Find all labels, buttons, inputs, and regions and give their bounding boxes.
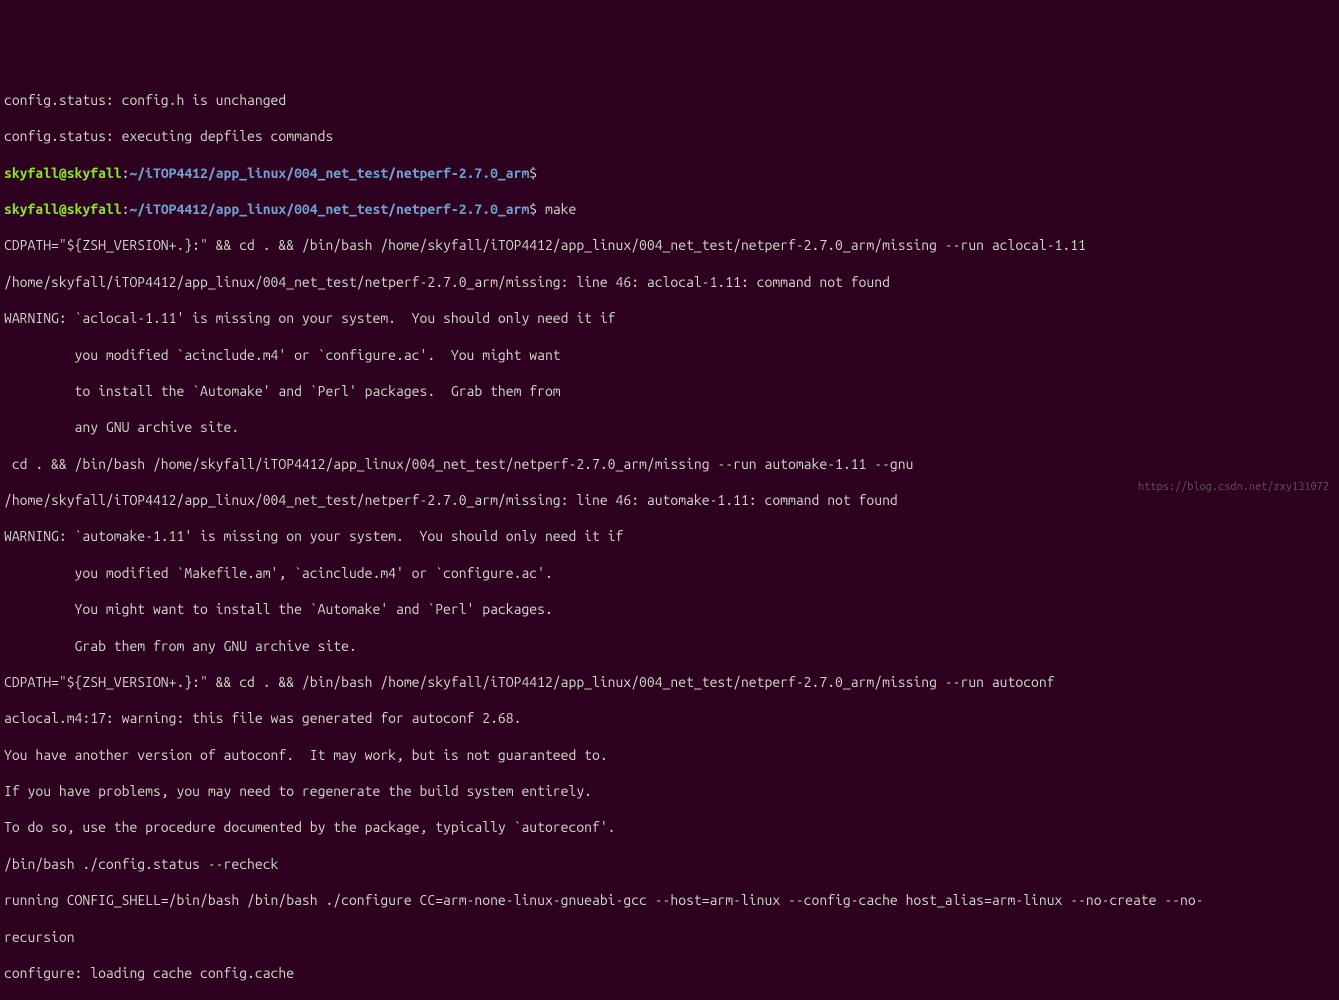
dollar: $ <box>529 165 537 181</box>
command-input[interactable]: make <box>537 201 576 217</box>
dollar: $ <box>529 201 537 217</box>
output-line: you modified `Makefile.am', `acinclude.m… <box>4 564 1335 582</box>
path: ~/iTOP4412/app_linux/004_net_test/netper… <box>129 201 529 217</box>
path: ~/iTOP4412/app_linux/004_net_test/netper… <box>129 165 529 181</box>
output-line: WARNING: `automake-1.11' is missing on y… <box>4 527 1335 545</box>
output-line: /home/skyfall/iTOP4412/app_linux/004_net… <box>4 273 1335 291</box>
output-line: aclocal.m4:17: warning: this file was ge… <box>4 709 1335 727</box>
output-line: any GNU archive site. <box>4 418 1335 436</box>
output-line: cd . && /bin/bash /home/skyfall/iTOP4412… <box>4 455 1335 473</box>
output-line: configure: loading cache config.cache <box>4 964 1335 982</box>
output-line: You have another version of autoconf. It… <box>4 746 1335 764</box>
prompt-line[interactable]: skyfall@skyfall:~/iTOP4412/app_linux/004… <box>4 164 1335 182</box>
output-line: recursion <box>4 928 1335 946</box>
output-line: you modified `acinclude.m4' or `configur… <box>4 346 1335 364</box>
output-line: CDPATH="${ZSH_VERSION+.}:" && cd . && /b… <box>4 673 1335 691</box>
output-line: to install the `Automake' and `Perl' pac… <box>4 382 1335 400</box>
output-line: running CONFIG_SHELL=/bin/bash /bin/bash… <box>4 891 1335 909</box>
output-line: If you have problems, you may need to re… <box>4 782 1335 800</box>
output-line: config.status: executing depfiles comman… <box>4 127 1335 145</box>
output-line: To do so, use the procedure documented b… <box>4 818 1335 836</box>
output-line: WARNING: `aclocal-1.11' is missing on yo… <box>4 309 1335 327</box>
terminal-window[interactable]: config.status: config.h is unchanged con… <box>0 73 1339 1000</box>
watermark: https://blog.csdn.net/zxy131072 <box>1138 480 1329 494</box>
output-line: config.status: config.h is unchanged <box>4 91 1335 109</box>
user-host: skyfall@skyfall <box>4 165 122 181</box>
user-host: skyfall@skyfall <box>4 201 122 217</box>
output-line: Grab them from any GNU archive site. <box>4 637 1335 655</box>
output-line: /home/skyfall/iTOP4412/app_linux/004_net… <box>4 491 1335 509</box>
prompt-line[interactable]: skyfall@skyfall:~/iTOP4412/app_linux/004… <box>4 200 1335 218</box>
output-line: /bin/bash ./config.status --recheck <box>4 855 1335 873</box>
output-line: CDPATH="${ZSH_VERSION+.}:" && cd . && /b… <box>4 236 1335 254</box>
output-line: You might want to install the `Automake'… <box>4 600 1335 618</box>
